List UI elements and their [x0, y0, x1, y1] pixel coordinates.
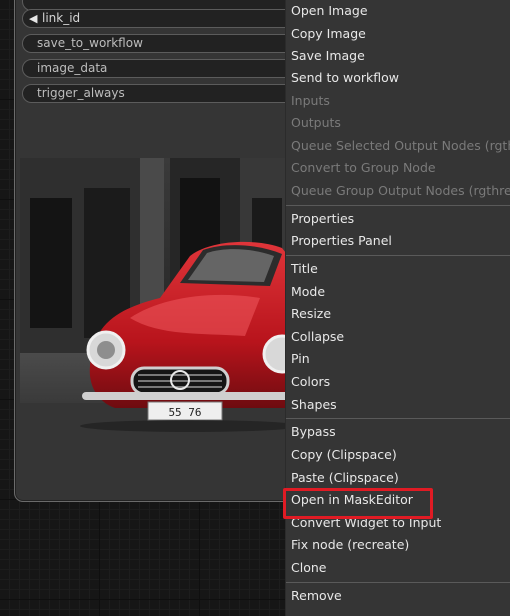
menu-item-save-image[interactable]: Save Image [291, 46, 365, 66]
menu-item-outputs: Outputs [291, 115, 341, 130]
menu-item-shapes[interactable]: Shapes [291, 395, 337, 415]
menu-item-inputs: Inputs [291, 93, 330, 108]
menu-item-remove[interactable]: Remove [291, 586, 342, 606]
menu-separator [286, 582, 510, 583]
menu-item-convert-to-group-node: Convert to Group Node [291, 160, 436, 175]
menu-separator [286, 255, 510, 256]
image-preview: 55 76 [20, 158, 290, 444]
menu-item-copy-clipspace[interactable]: Copy (Clipspace) [291, 445, 397, 465]
menu-item-mode[interactable]: Mode [291, 282, 325, 302]
menu-item-title[interactable]: Title [291, 259, 318, 279]
menu-item-fix-node-recreate[interactable]: Fix node (recreate) [291, 535, 409, 555]
menu-item-open-image[interactable]: Open Image [291, 1, 368, 21]
car-photo: 55 76 [20, 158, 290, 444]
highlight-annotation [283, 488, 433, 519]
menu-item-bypass[interactable]: Bypass [291, 422, 336, 442]
menu-separator [286, 418, 510, 419]
menu-item-copy-image[interactable]: Copy Image [291, 24, 366, 44]
menu-item-paste-clipspace[interactable]: Paste (Clipspace) [291, 468, 399, 488]
menu-item-properties[interactable]: Properties [291, 209, 354, 229]
menu-item-queue-group-output-nodes: Queue Group Output Nodes (rgthree) [291, 183, 510, 198]
left-arrow-icon: ◀ [29, 12, 38, 25]
menu-item-resize[interactable]: Resize [291, 304, 331, 324]
license-plate-text: 55 76 [168, 406, 201, 419]
menu-item-properties-panel[interactable]: Properties Panel [291, 231, 392, 251]
menu-item-collapse[interactable]: Collapse [291, 327, 344, 347]
context-menu: Open Image Copy Image Save Image Send to… [285, 0, 510, 616]
menu-separator [286, 205, 510, 206]
menu-item-queue-selected-output-nodes: Queue Selected Output Nodes (rgthree) [291, 138, 510, 153]
menu-item-send-to-workflow[interactable]: Send to workflow [291, 68, 399, 88]
menu-item-colors[interactable]: Colors [291, 372, 330, 392]
menu-item-clone[interactable]: Clone [291, 558, 326, 578]
menu-item-pin[interactable]: Pin [291, 349, 310, 369]
